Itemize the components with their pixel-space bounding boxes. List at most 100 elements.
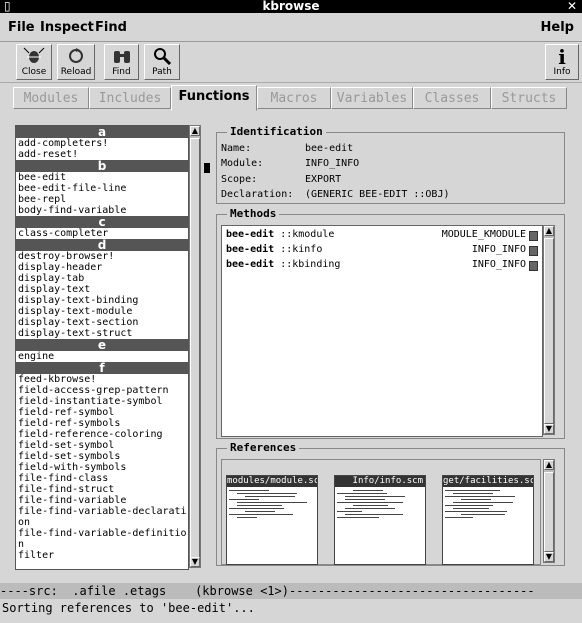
tab-variables[interactable]: Variables: [331, 87, 413, 109]
list-item[interactable]: display-text: [16, 284, 188, 295]
scroll-up-arrow-icon[interactable]: ▲: [190, 126, 200, 136]
method-name: bee-edit: [226, 244, 275, 255]
list-group-header: a: [16, 126, 188, 138]
file-icon[interactable]: [529, 231, 538, 241]
scroll-thumb[interactable]: [544, 472, 554, 552]
list-item[interactable]: field-set-symbol: [16, 440, 188, 451]
info-button[interactable]: i Info: [545, 44, 579, 80]
list-item[interactable]: bee-repl: [16, 194, 188, 205]
id-value: bee-edit: [305, 143, 354, 154]
reference-thumbnail[interactable]: Info/info.scm: [334, 475, 426, 565]
id-key: Declaration:: [221, 189, 294, 200]
list-item[interactable]: bee-edit-file-line: [16, 183, 188, 194]
toolbar: Close Reload Find Path i Info: [0, 42, 582, 83]
tab-structs[interactable]: Structs: [491, 87, 567, 109]
pane-splitter-handle[interactable]: [204, 163, 210, 173]
list-item[interactable]: display-text-section: [16, 317, 188, 328]
identification-panel: Identification Name: bee-edit Module: INFO…: [216, 125, 565, 204]
function-list[interactable]: a add-completers! add-reset! b bee-edit bee-e…: [15, 125, 189, 570]
list-item[interactable]: file-find-variable-declarati: [16, 506, 188, 517]
file-icon[interactable]: [529, 261, 538, 271]
list-item[interactable]: on: [16, 517, 188, 528]
method-row[interactable]: bee-edit ::kmodule MODULE_KMODULE: [226, 228, 542, 242]
find-button[interactable]: Find: [104, 44, 139, 80]
references-scrollbar[interactable]: ▲ ▼: [543, 459, 555, 563]
scroll-up-arrow-icon[interactable]: ▲: [544, 226, 554, 236]
list-group-header: d: [16, 239, 188, 251]
scroll-thumb[interactable]: [544, 238, 554, 424]
references-panel: References modules/module.scm Info/info.…: [216, 441, 565, 566]
menu-inspect[interactable]: Inspect: [40, 20, 94, 35]
methods-legend: Methods: [227, 207, 280, 220]
list-item[interactable]: filter: [16, 550, 188, 561]
menu-bar: File Inspect Find Help: [0, 13, 582, 42]
list-item[interactable]: field-ref-symbols: [16, 418, 188, 429]
file-icon[interactable]: [529, 246, 538, 256]
identification-legend: Identification: [227, 125, 326, 138]
tab-functions[interactable]: Functions: [171, 85, 257, 111]
list-item[interactable]: destroy-browser!: [16, 251, 188, 262]
id-key: Scope:: [221, 174, 258, 185]
title-bar: ▯ kbrowse ✕: [0, 0, 582, 13]
tab-modules[interactable]: Modules: [13, 87, 89, 109]
scroll-thumb[interactable]: [190, 138, 200, 558]
reference-file-name: Info/info.scm: [335, 476, 425, 487]
methods-scrollbar[interactable]: ▲ ▼: [543, 225, 555, 435]
tab-includes[interactable]: Includes: [89, 87, 171, 109]
list-item[interactable]: bee-edit: [16, 172, 188, 183]
scroll-down-arrow-icon[interactable]: ▼: [544, 424, 554, 434]
tab-classes[interactable]: Classes: [413, 87, 491, 109]
code-preview: [229, 490, 307, 560]
list-item[interactable]: field-set-symbols: [16, 451, 188, 462]
method-row[interactable]: bee-edit ::kbinding INFO_INFO: [226, 258, 542, 272]
menu-help[interactable]: Help: [541, 20, 574, 35]
id-key: Module:: [221, 158, 264, 169]
minibuffer-message: Sorting references to 'bee-edit'...: [0, 599, 582, 617]
list-item[interactable]: display-text-module: [16, 306, 188, 317]
list-item[interactable]: field-ref-symbol: [16, 407, 188, 418]
list-item[interactable]: feed-kbrowse!: [16, 374, 188, 385]
list-item[interactable]: file-find-struct: [16, 484, 188, 495]
scroll-down-arrow-icon[interactable]: ▼: [544, 552, 554, 562]
menu-file[interactable]: File: [8, 20, 35, 35]
list-item[interactable]: display-header: [16, 262, 188, 273]
list-item[interactable]: file-find-variable-definitio: [16, 528, 188, 539]
mode-line: ----src: .afile .etags (kbrowse <1>)----…: [0, 583, 582, 599]
reference-thumbnail[interactable]: get/facilities.scm: [442, 475, 534, 565]
list-item[interactable]: display-text-binding: [16, 295, 188, 306]
window-menu-icon[interactable]: ▯: [4, 0, 11, 13]
reload-button[interactable]: Reload: [57, 44, 95, 80]
list-item[interactable]: display-tab: [16, 273, 188, 284]
list-item[interactable]: field-instantiate-symbol: [16, 396, 188, 407]
binoculars-icon: [105, 47, 138, 67]
info-label: Info: [553, 67, 571, 77]
path-button[interactable]: Path: [144, 44, 180, 80]
reload-label: Reload: [60, 67, 92, 77]
method-module: INFO_INFO: [471, 259, 526, 270]
list-item[interactable]: field-reference-coloring: [16, 429, 188, 440]
function-list-scrollbar[interactable]: ▲ ▼: [189, 125, 201, 568]
bee-icon: [17, 47, 51, 67]
tab-bar: Modules Includes Functions Macros Variab…: [0, 84, 582, 114]
window-title: kbrowse: [262, 0, 320, 13]
id-declaration-row: Declaration: (GENERIC BEE-EDIT ::OBJ): [221, 189, 450, 201]
scroll-up-arrow-icon[interactable]: ▲: [544, 460, 554, 470]
list-item[interactable]: file-find-variable: [16, 495, 188, 506]
reference-thumbnail[interactable]: modules/module.scm: [226, 475, 318, 565]
close-window-icon[interactable]: ✕: [567, 0, 577, 13]
list-item[interactable]: n: [16, 539, 188, 550]
id-scope-row: Scope: EXPORT: [221, 174, 341, 186]
close-button[interactable]: Close: [16, 44, 52, 80]
methods-list[interactable]: bee-edit ::kmodule MODULE_KMODULE bee-edi…: [221, 225, 543, 437]
scroll-down-arrow-icon[interactable]: ▼: [190, 557, 200, 567]
id-value: INFO_INFO: [305, 158, 360, 169]
menu-find[interactable]: Find: [95, 20, 127, 35]
list-item[interactable]: add-completers!: [16, 138, 188, 149]
method-row[interactable]: bee-edit ::kinfo INFO_INFO: [226, 243, 542, 257]
list-item[interactable]: field-with-symbols: [16, 462, 188, 473]
list-item[interactable]: field-access-grep-pattern: [16, 385, 188, 396]
list-group-header: f: [16, 362, 188, 374]
id-name-row: Name: bee-edit: [221, 143, 353, 155]
list-item[interactable]: file-find-class: [16, 473, 188, 484]
tab-macros[interactable]: Macros: [257, 87, 331, 109]
